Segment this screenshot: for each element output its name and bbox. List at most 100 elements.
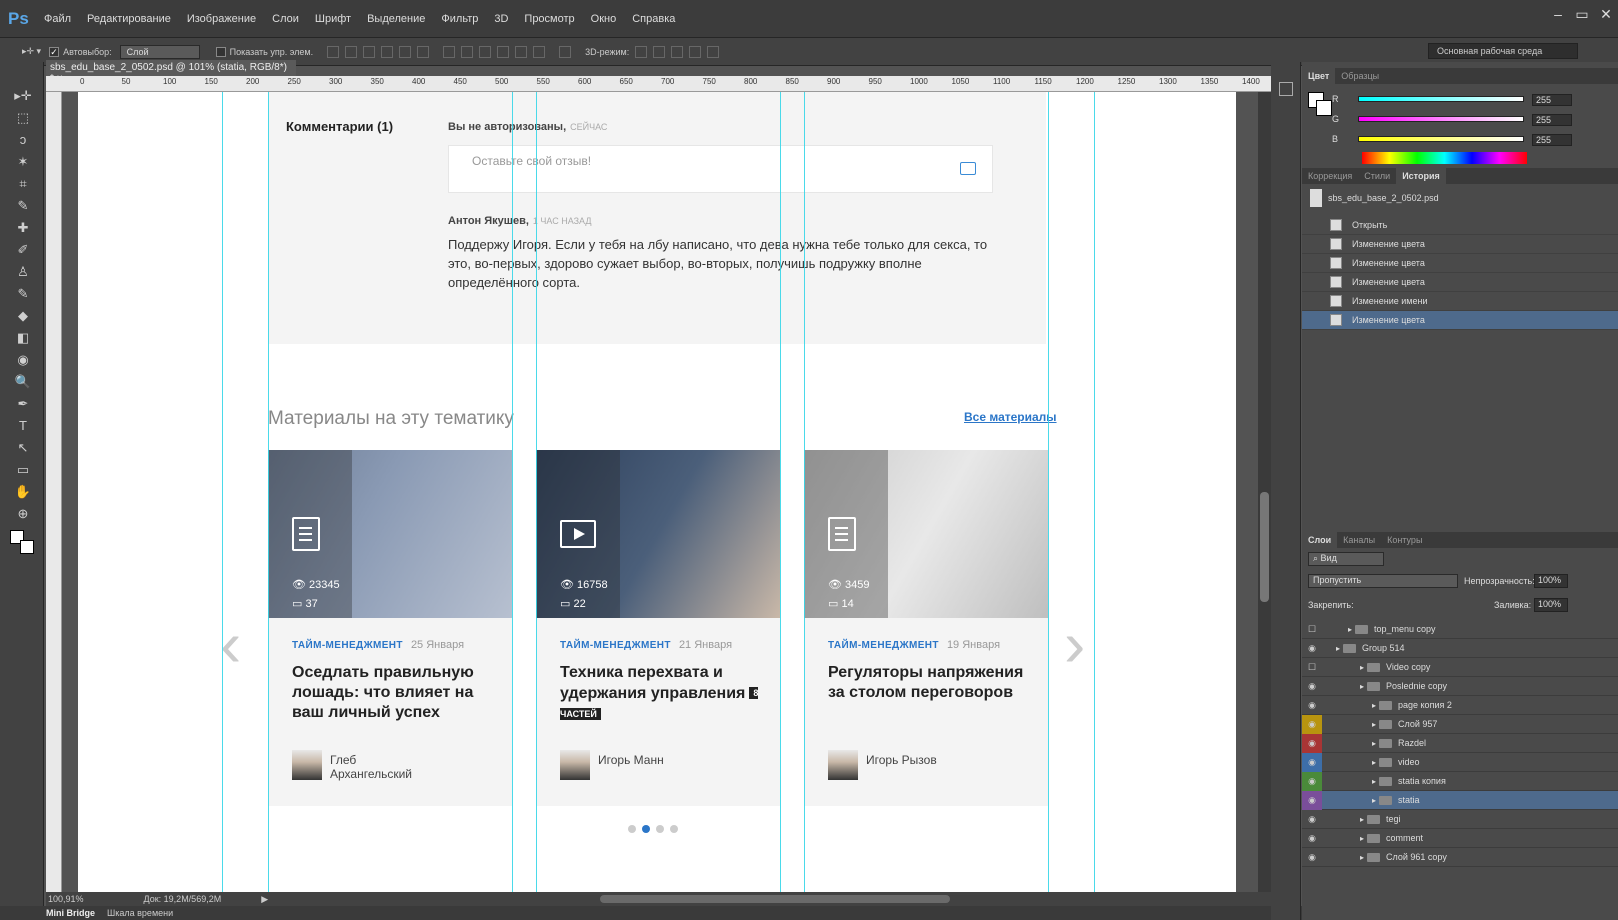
minimize-button[interactable]: – bbox=[1546, 6, 1570, 24]
card-title-text[interactable]: Техника перехвата и удержания управления bbox=[560, 664, 745, 702]
layer-visibility-icon[interactable]: ☐ bbox=[1302, 662, 1322, 673]
history-panel-icon[interactable] bbox=[1279, 82, 1293, 96]
tool-11-icon[interactable]: ◧ bbox=[8, 327, 38, 349]
menu-item-7[interactable]: 3D bbox=[494, 13, 508, 25]
history-item[interactable]: Изменение цвета bbox=[1302, 254, 1618, 273]
all-materials-link[interactable]: Все материалы bbox=[964, 410, 1057, 424]
rgb-value-g[interactable]: 255 bbox=[1532, 114, 1572, 126]
tool-3-icon[interactable]: ✶ bbox=[8, 151, 38, 173]
3d-roll-icon[interactable] bbox=[653, 45, 666, 58]
card-image[interactable]: 👁 23345 ▭ 37 bbox=[268, 450, 512, 618]
author-name[interactable]: Игорь Рызов bbox=[866, 753, 976, 767]
autoselect-select[interactable]: Слой bbox=[119, 44, 200, 59]
layer-row[interactable]: ◉ ▸ Слой 957 bbox=[1302, 714, 1618, 734]
comment-input[interactable]: Оставьте свой отзыв! bbox=[448, 145, 993, 193]
distribute-left-icon[interactable] bbox=[497, 45, 510, 58]
layer-visibility-icon[interactable]: ◉ bbox=[1302, 733, 1322, 753]
layer-expand-icon[interactable]: ▸ bbox=[1322, 720, 1376, 729]
tool-12-icon[interactable]: ◉ bbox=[8, 349, 38, 371]
layer-expand-icon[interactable]: ▸ bbox=[1322, 834, 1364, 843]
layer-expand-icon[interactable]: ▸ bbox=[1322, 815, 1364, 824]
menu-item-1[interactable]: Редактирование bbox=[87, 13, 171, 25]
layer-visibility-icon[interactable]: ◉ bbox=[1302, 752, 1322, 772]
tool-18-icon[interactable]: ✋ bbox=[8, 481, 38, 503]
history-item[interactable]: Изменение имени bbox=[1302, 292, 1618, 311]
zoom-level[interactable]: 100,91% bbox=[48, 894, 84, 904]
close-window-button[interactable]: ✕ bbox=[1594, 6, 1618, 24]
distribute-top-icon[interactable] bbox=[443, 45, 456, 58]
layer-visibility-icon[interactable]: ◉ bbox=[1302, 681, 1322, 692]
layer-visibility-icon[interactable]: ◉ bbox=[1302, 714, 1322, 734]
document-tab[interactable]: sbs_edu_base_2_0502.psd @ 101% (statia, … bbox=[46, 60, 296, 84]
panel-tab-1[interactable]: Стили bbox=[1358, 171, 1396, 181]
align-right-icon[interactable] bbox=[417, 45, 430, 58]
tool-0-icon[interactable]: ▸✛ bbox=[8, 85, 38, 107]
carousel-dot[interactable] bbox=[656, 825, 664, 833]
rgb-slider-g[interactable] bbox=[1358, 116, 1524, 122]
panel-tab-0[interactable]: Слои bbox=[1302, 532, 1338, 548]
3d-rotate-icon[interactable] bbox=[635, 45, 648, 58]
panel-tab-2[interactable]: Контуры bbox=[1381, 535, 1428, 545]
panel-tab-1[interactable]: Каналы bbox=[1337, 535, 1381, 545]
layer-row[interactable]: ◉ ▸ video bbox=[1302, 752, 1618, 772]
card-tag[interactable]: ТАЙМ-МЕНЕДЖМЕНТ 25 Января bbox=[292, 639, 464, 651]
layer-row[interactable]: ◉ ▸ tegi bbox=[1302, 810, 1618, 829]
layer-expand-icon[interactable]: ▸ bbox=[1322, 625, 1352, 634]
layer-row[interactable]: ◉ ▸ Razdel bbox=[1302, 733, 1618, 753]
layer-visibility-icon[interactable]: ◉ bbox=[1302, 814, 1322, 825]
carousel-next-icon[interactable]: › bbox=[1064, 612, 1085, 676]
distribute-bottom-icon[interactable] bbox=[479, 45, 492, 58]
card-title[interactable]: Регуляторы напряжения за столом перегово… bbox=[828, 663, 1028, 703]
card-image[interactable]: 👁 16758 ▭ 22 bbox=[536, 450, 780, 618]
color-spectrum[interactable] bbox=[1362, 152, 1527, 164]
vertical-scroll-thumb[interactable] bbox=[1260, 492, 1269, 602]
distribute-right-icon[interactable] bbox=[533, 45, 546, 58]
rgb-slider-b[interactable] bbox=[1358, 136, 1524, 142]
carousel-dot[interactable] bbox=[670, 825, 678, 833]
color-bg-swatch[interactable] bbox=[1316, 100, 1332, 116]
panel-tab-1[interactable]: Образцы bbox=[1335, 71, 1385, 81]
menu-item-5[interactable]: Выделение bbox=[367, 13, 425, 25]
tool-2-icon[interactable]: ↄ bbox=[8, 129, 38, 151]
layer-visibility-icon[interactable]: ◉ bbox=[1302, 790, 1322, 810]
rgb-slider-r[interactable] bbox=[1358, 96, 1524, 102]
layer-row[interactable]: ◉ ▸ Poslednie copy bbox=[1302, 677, 1618, 696]
material-card[interactable]: 👁 3459 ▭ 14 ТАЙМ-МЕНЕДЖМЕНТ 19 Января Регуля… bbox=[804, 450, 1048, 806]
history-item[interactable]: Изменение цвета bbox=[1302, 273, 1618, 292]
tool-4-icon[interactable]: ⌗ bbox=[8, 173, 38, 195]
author-name[interactable]: Игорь Манн bbox=[598, 753, 708, 767]
horizontal-scroll-thumb[interactable] bbox=[600, 895, 950, 903]
tag-label[interactable]: ТАЙМ-МЕНЕДЖМЕНТ bbox=[828, 640, 939, 651]
layer-expand-icon[interactable]: ▸ bbox=[1322, 701, 1376, 710]
panel-tab-2[interactable]: История bbox=[1396, 168, 1446, 184]
tool-15-icon[interactable]: T bbox=[8, 415, 38, 437]
opacity-input[interactable]: 100% bbox=[1534, 574, 1568, 588]
maximize-button[interactable]: ▭ bbox=[1570, 6, 1594, 24]
panel-tab-0[interactable]: Цвет bbox=[1302, 68, 1336, 84]
menu-item-2[interactable]: Изображение bbox=[187, 13, 256, 25]
layer-visibility-icon[interactable]: ◉ bbox=[1302, 833, 1322, 844]
comment-bubble-icon[interactable] bbox=[960, 162, 976, 175]
background-color-swatch[interactable] bbox=[20, 540, 34, 554]
show-controls-checkbox[interactable] bbox=[215, 46, 226, 57]
card-tag[interactable]: ТАЙМ-МЕНЕДЖМЕНТ 21 Января bbox=[560, 639, 732, 651]
card-title[interactable]: Оседлать правильную лошадь: что влияет н… bbox=[292, 663, 492, 723]
layer-expand-icon[interactable]: ▸ bbox=[1322, 663, 1364, 672]
tab-mini-bridge[interactable]: Mini Bridge bbox=[46, 908, 95, 918]
menu-item-8[interactable]: Просмотр bbox=[524, 13, 574, 25]
distribute-hcenter-icon[interactable] bbox=[515, 45, 528, 58]
card-title[interactable]: Техника перехвата и удержания управления… bbox=[560, 663, 760, 725]
layer-expand-icon[interactable]: ▸ bbox=[1322, 739, 1376, 748]
3d-scale-icon[interactable] bbox=[707, 45, 720, 58]
menu-item-10[interactable]: Справка bbox=[632, 13, 675, 25]
layer-visibility-icon[interactable]: ◉ bbox=[1302, 700, 1322, 711]
menu-item-3[interactable]: Слои bbox=[272, 13, 299, 25]
rgb-value-r[interactable]: 255 bbox=[1532, 94, 1572, 106]
layer-row[interactable]: ◉ ▸ statia копия bbox=[1302, 771, 1618, 791]
history-snapshot[interactable]: sbs_edu_base_2_0502.psd bbox=[1302, 186, 1618, 210]
move-tool-icon[interactable]: ▸✛ ▾ bbox=[22, 46, 41, 57]
blend-mode-select[interactable]: Пропустить bbox=[1308, 574, 1458, 588]
vertical-scrollbar[interactable] bbox=[1258, 92, 1271, 892]
align-left-icon[interactable] bbox=[381, 45, 394, 58]
tool-6-icon[interactable]: ✚ bbox=[8, 217, 38, 239]
